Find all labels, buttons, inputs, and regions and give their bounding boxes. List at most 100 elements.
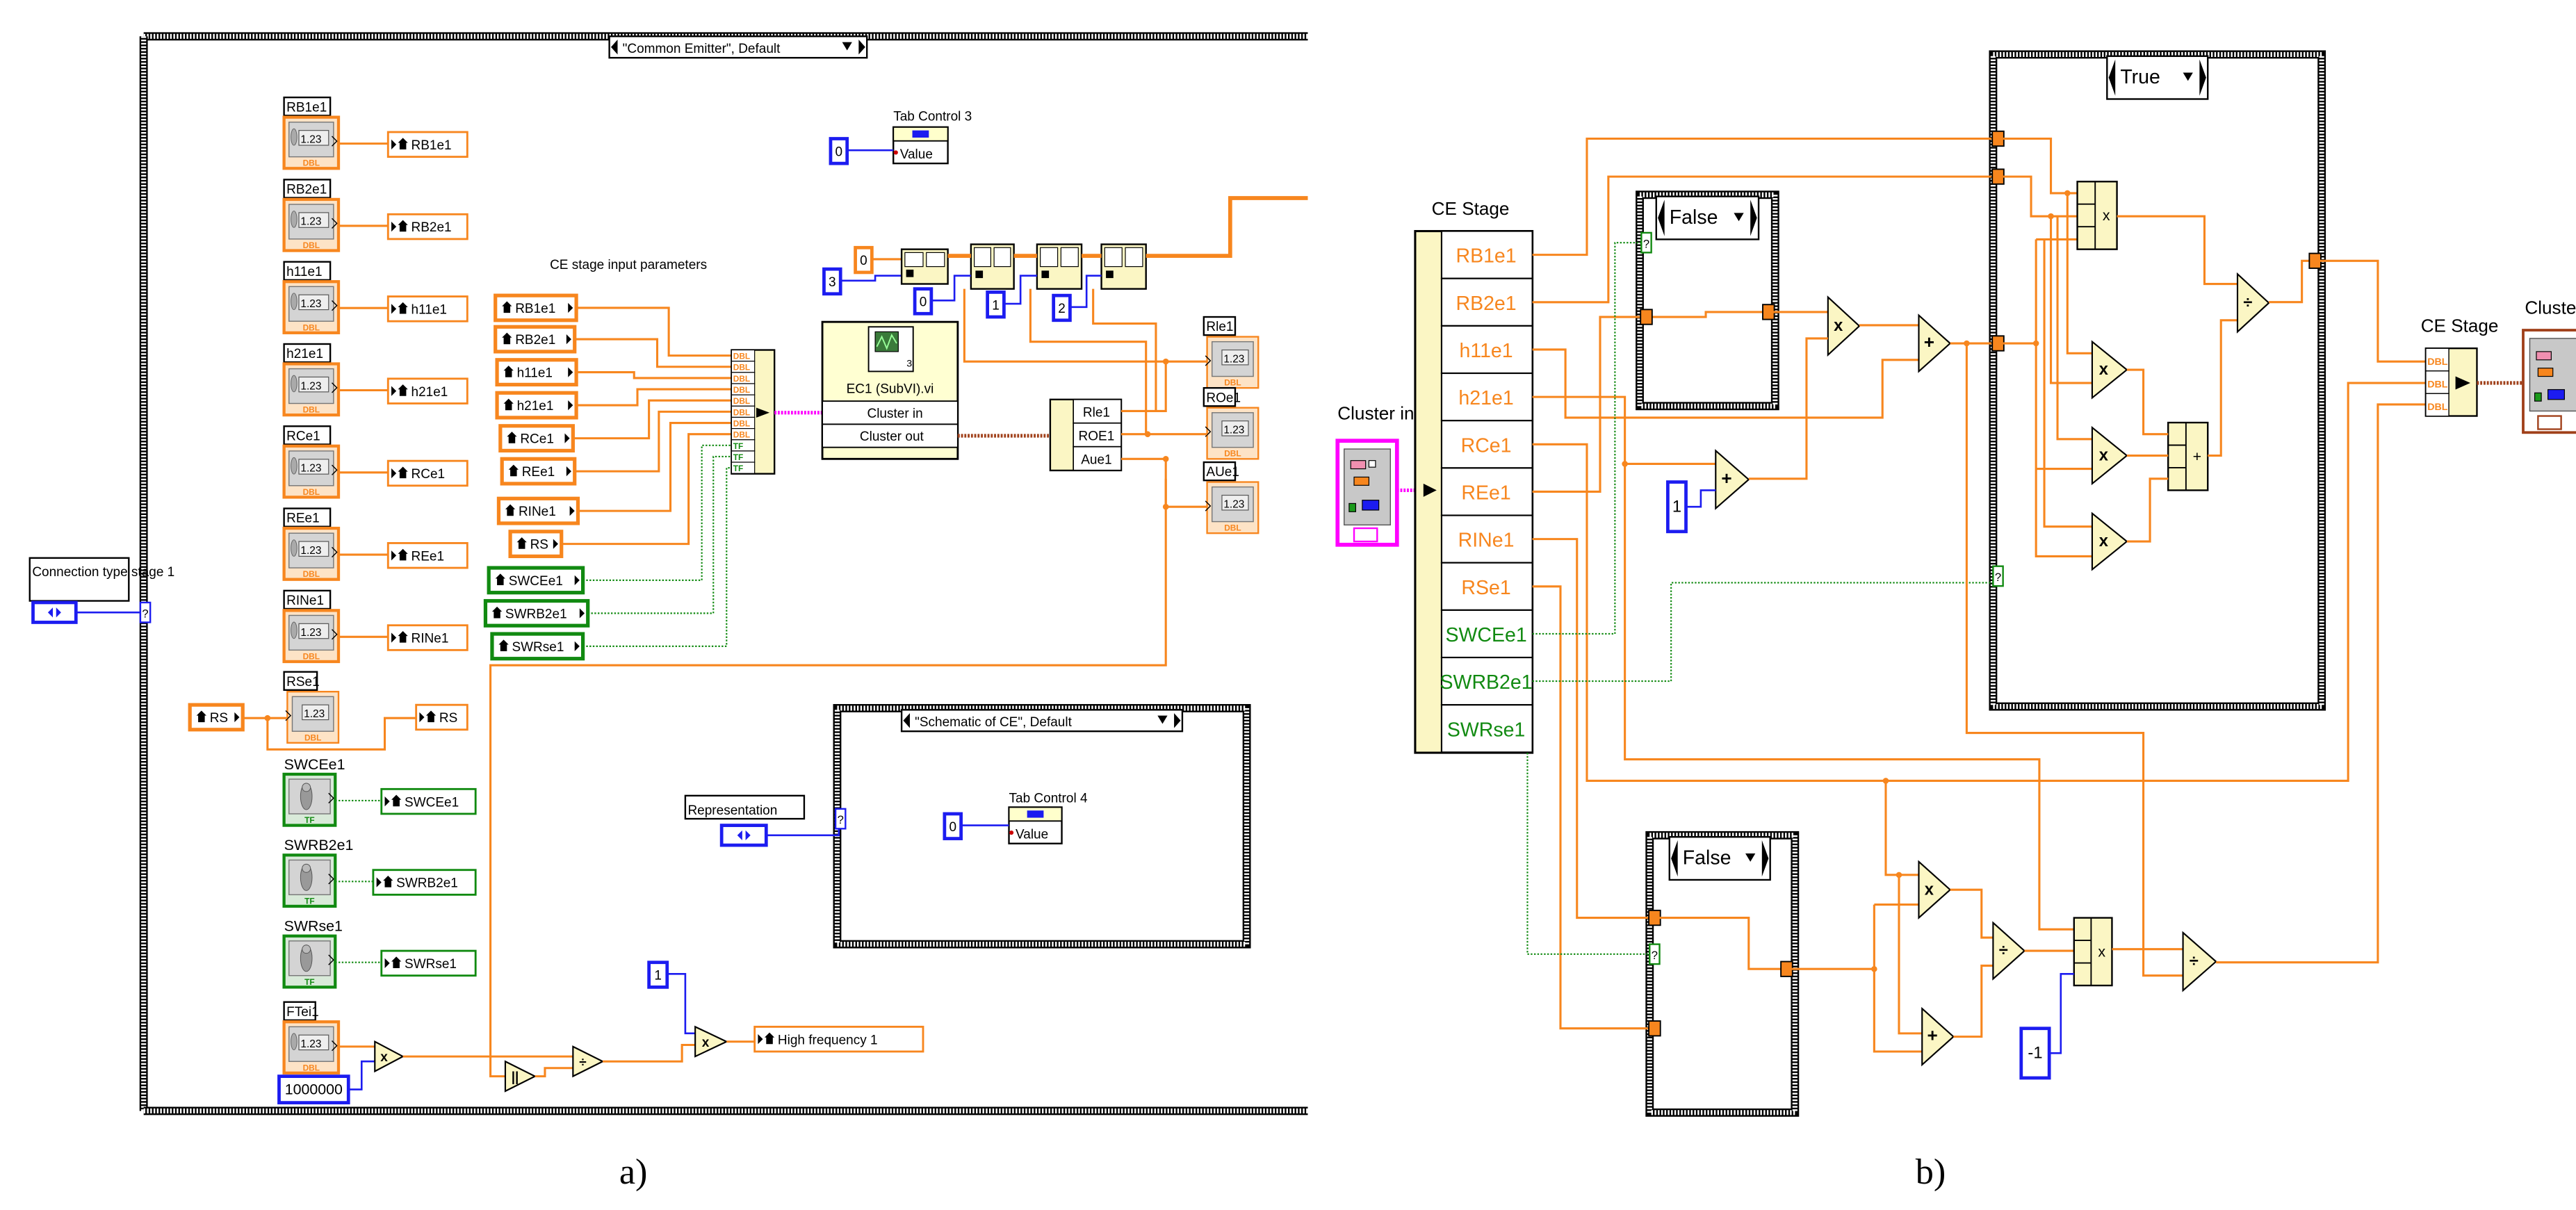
numeric-control[interactable]: 1.23 DBL — [282, 609, 341, 664]
array-constant[interactable]: 3 — [822, 267, 842, 296]
numeric-indicator[interactable]: 1.23 DBL — [1205, 407, 1260, 460]
bundle-node[interactable]: DBLDBLDBLDBLDBLDBLDBLDBLTFTFTF — [731, 349, 776, 475]
constant-one[interactable]: 1 — [647, 960, 669, 989]
local-variable[interactable]: h21e1 — [495, 391, 578, 420]
case-selector-schematic[interactable]: "Schematic of CE", Default — [900, 709, 1184, 733]
local-variable[interactable]: RB1e1 — [386, 131, 468, 158]
local-variable[interactable]: RINe1 — [386, 624, 468, 651]
local-variable[interactable]: RS — [188, 703, 245, 732]
numeric-indicator[interactable]: 1.23 DBL — [1205, 336, 1260, 389]
numeric-control[interactable]: 1.23 DBL — [282, 197, 341, 252]
local-variable[interactable]: RCe1 — [386, 459, 468, 487]
unbundle-item: RB2e1 — [1456, 293, 1516, 315]
array-constant[interactable]: 0 — [854, 245, 874, 275]
local-variable[interactable]: RB2e1 — [386, 213, 468, 240]
local-variable[interactable]: SWCEe1 — [487, 566, 585, 595]
constant-negative-one[interactable]: -1 — [2019, 1027, 2051, 1080]
ce-stage-unbundle-by-name[interactable]: RB1e1 RB2e1 h11e1 h21e1 RCe1 REe1 RINe1 RSe1 SWC… — [1414, 229, 1534, 754]
multiply-node[interactable]: x — [2091, 425, 2128, 486]
selector-glyph: ? — [1652, 949, 1658, 962]
local-variable[interactable]: REe1 — [386, 542, 468, 569]
local-variable[interactable]: REe1 — [500, 457, 577, 486]
local-variable[interactable]: SWRse1 — [490, 632, 585, 661]
replace-subset-node[interactable] — [970, 243, 1015, 290]
array-icon — [1104, 247, 1123, 268]
case-selector-terminal[interactable]: ? — [139, 601, 152, 623]
cluster-out-indicator[interactable] — [2522, 329, 2576, 434]
parallel-node[interactable]: || — [504, 1060, 537, 1093]
array-constant[interactable]: 0 — [913, 287, 934, 316]
tab-control-4-constant[interactable]: 0 — [943, 812, 963, 840]
local-variable[interactable]: h21e1 — [386, 377, 468, 404]
compound-multiply-node[interactable]: x — [2076, 181, 2118, 250]
multiply-node[interactable]: x — [374, 1040, 405, 1073]
local-variable[interactable]: RS — [415, 703, 468, 731]
boolean-switch[interactable]: TF — [282, 772, 337, 827]
local-variable[interactable]: RB2e1 — [494, 325, 577, 354]
connection-type-enum[interactable] — [31, 600, 78, 624]
divide-node[interactable]: ÷ — [572, 1045, 605, 1078]
divide-node[interactable]: ÷ — [1992, 921, 2026, 981]
case-selector-upper[interactable]: False — [1655, 195, 1760, 240]
case-selector-terminal[interactable]: ? — [1992, 565, 2004, 587]
replace-subset-node[interactable] — [1036, 243, 1083, 290]
multiply-node[interactable]: x — [2091, 340, 2128, 400]
subvi-ec1[interactable]: 3 EC1 (SubVI).vi Cluster in Cluster out — [821, 320, 959, 460]
boolean-switch[interactable]: TF — [282, 853, 337, 908]
ce-stage-bundle-node[interactable]: DBL DBL DBL — [2424, 347, 2478, 417]
multiply-node[interactable]: x — [2091, 512, 2128, 571]
case-selector-common-emitter[interactable]: "Common Emitter", Default — [608, 35, 868, 59]
constant-one[interactable]: 1 — [1666, 480, 1688, 534]
local-variable[interactable]: SWRB2e1 — [483, 598, 590, 628]
local-variable[interactable]: RCe1 — [498, 424, 575, 453]
divide-node[interactable]: ÷ — [2182, 931, 2217, 992]
numeric-control[interactable]: 1.23 DBL — [282, 115, 341, 170]
numeric-control[interactable]: 1.23 DBL — [282, 280, 341, 334]
tab-control-4-property-node[interactable]: Value — [1008, 806, 1063, 844]
tab-control-3-property-node[interactable]: Value — [892, 126, 949, 165]
local-variable[interactable]: RINe1 — [496, 496, 580, 525]
scale-constant[interactable]: 1000000 — [277, 1074, 350, 1104]
local-variable[interactable]: RB1e1 — [494, 293, 578, 322]
constant-value: 0 — [860, 254, 867, 268]
local-variable[interactable]: h11e1 — [386, 295, 468, 322]
multiply-node[interactable]: x — [1827, 295, 1861, 357]
unbundle-item: SWRB2e1 — [1440, 671, 1533, 694]
array-constant[interactable]: 2 — [1052, 293, 1072, 322]
numeric-control[interactable]: 1.23 DBL — [282, 526, 341, 581]
boolean-switch[interactable]: TF — [282, 934, 337, 989]
case-selector-terminal[interactable]: ? — [834, 808, 847, 830]
case-selector-true[interactable]: True — [2106, 55, 2209, 100]
numeric-indicator[interactable]: 1.23 DBL — [285, 691, 340, 744]
local-variable[interactable]: SWRse1 — [380, 949, 477, 977]
array-constant[interactable]: 1 — [986, 291, 1006, 319]
case-selector-lower[interactable]: False — [1668, 836, 1771, 881]
cluster-in-control[interactable] — [1335, 439, 1399, 547]
case-selector-terminal[interactable]: ? — [1640, 231, 1652, 254]
add-node[interactable]: + — [1715, 449, 1750, 510]
divide-node[interactable]: ÷ — [2236, 272, 2270, 334]
case-selector-terminal[interactable]: ? — [1649, 943, 1661, 965]
local-variable[interactable]: h11e1 — [495, 358, 578, 387]
multiply-node-2[interactable]: x — [694, 1025, 728, 1058]
control-label: REe1 — [283, 507, 332, 528]
numeric-control[interactable]: 1.23 DBL — [282, 1020, 341, 1074]
initialize-array-node[interactable] — [900, 248, 949, 285]
numeric-indicator[interactable]: 1.23 DBL — [1205, 481, 1260, 534]
replace-subset-node[interactable] — [1100, 243, 1147, 290]
tab-control-3-constant[interactable]: 0 — [829, 137, 849, 165]
numeric-control[interactable]: 1.23 DBL — [282, 362, 341, 417]
representation-enum[interactable] — [719, 824, 768, 847]
local-variable[interactable]: High frequency 1 — [753, 1025, 924, 1053]
wire — [561, 433, 732, 546]
unbundle-by-name[interactable]: Rle1 ROE1 Aue1 — [1049, 398, 1123, 472]
local-variable[interactable]: RS — [508, 530, 564, 559]
local-variable[interactable]: SWCEe1 — [380, 787, 477, 815]
multiply-node[interactable]: x — [1918, 860, 1952, 919]
add-node[interactable]: + — [1918, 313, 1952, 373]
local-variable[interactable]: SWRB2e1 — [372, 869, 477, 896]
compound-multiply-node[interactable]: x — [2073, 917, 2113, 987]
compound-add-node[interactable]: + — [2167, 421, 2209, 491]
numeric-control[interactable]: 1.23 DBL — [282, 444, 341, 499]
add-node[interactable]: + — [1921, 1006, 1955, 1067]
